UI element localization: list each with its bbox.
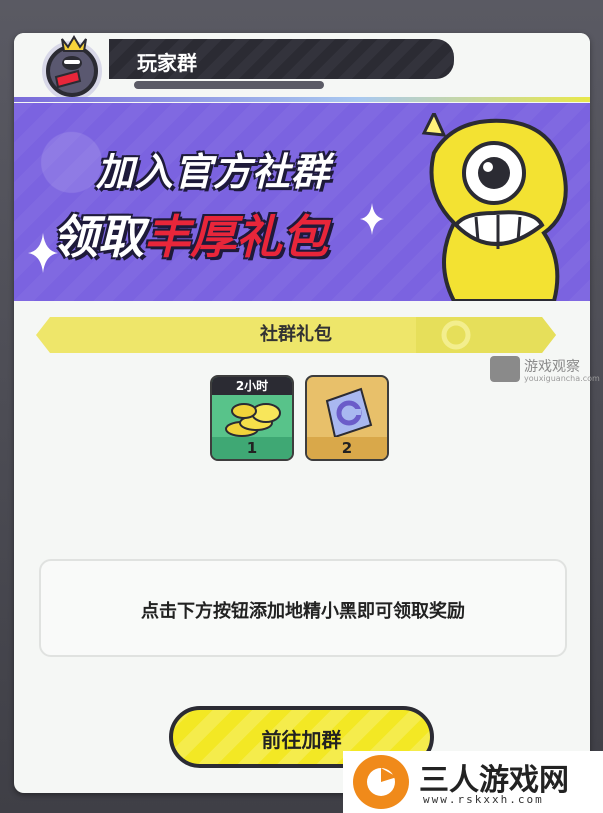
site-logo-icon (353, 755, 409, 809)
title-bar: 玩家群 (109, 39, 454, 79)
site-logo: 三人游戏网 www.rskxxh.com (343, 751, 603, 813)
join-group-label: 前往加群 (261, 728, 342, 752)
player-group-dialog: 玩家群 加入官方社群 领取丰厚礼包 社群礼包 2小时 1 2 点击下方按钮添加地… (14, 33, 590, 793)
reward-duration-tag: 2小时 (212, 377, 292, 395)
gold-coins-icon (225, 403, 281, 437)
promo-banner: 加入官方社群 领取丰厚礼包 (14, 103, 590, 301)
section-title: 社群礼包 (260, 324, 332, 345)
yellow-mascot-icon (421, 113, 568, 301)
sparkle-icon (360, 203, 384, 235)
banner-headline: 加入官方社群 (96, 150, 331, 194)
banner-subheadline-red: 丰厚礼包 (144, 210, 328, 264)
watermark-name: 游戏观察 (524, 359, 580, 375)
watermark-logo-icon (490, 356, 520, 382)
goblin-avatar-icon (42, 35, 102, 99)
reward-count: 2 (307, 437, 387, 459)
instruction-box: 点击下方按钮添加地精小黑即可领取奖励 (39, 559, 567, 657)
dialog-title: 玩家群 (137, 51, 197, 75)
instruction-text: 点击下方按钮添加地精小黑即可领取奖励 (141, 601, 465, 622)
reward-item-gold[interactable]: 2小时 1 (210, 375, 294, 461)
watermark-url: youxiguancha.com (524, 374, 600, 383)
site-logo-url: www.rskxxh.com (423, 793, 544, 806)
banner-subheadline-white: 领取 (52, 210, 144, 264)
reward-item-ticket[interactable]: 2 (305, 375, 389, 461)
reward-count: 1 (212, 437, 292, 459)
header-divider (14, 97, 590, 102)
subtitle-bar (134, 81, 324, 89)
dialog-header: 玩家群 (14, 33, 590, 105)
ticket-icon (325, 387, 373, 439)
banner-subheadline: 领取丰厚礼包 (52, 201, 328, 267)
watermark: 游戏观察 youxiguancha.com (490, 354, 600, 388)
section-ribbon: 社群礼包 (36, 317, 556, 353)
